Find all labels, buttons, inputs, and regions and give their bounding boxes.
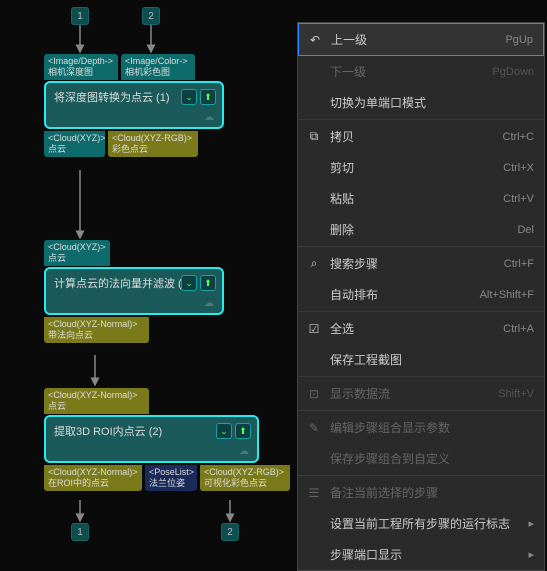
menu-icon: ↶ bbox=[307, 33, 323, 47]
port-cloud-xyz[interactable]: <Cloud(XYZ)>点云 bbox=[44, 131, 105, 157]
menu-item[interactable]: 切换为单端口模式 bbox=[298, 87, 544, 118]
menu-label: 设置当前工程所有步骤的运行标志 bbox=[330, 515, 520, 532]
play-icon[interactable]: ⬆ bbox=[200, 275, 216, 291]
label: 1 bbox=[77, 11, 83, 22]
menu-label: 显示数据流 bbox=[330, 385, 490, 402]
menu-icon: ⊡ bbox=[306, 387, 322, 401]
menu-separator bbox=[298, 410, 544, 411]
step-depth-to-cloud[interactable]: 将深度图转换为点云 (1) ⌄⬆ ☁ bbox=[44, 81, 224, 129]
menu-label: 切换为单端口模式 bbox=[330, 94, 526, 111]
menu-label: 保存步骤组合到自定义 bbox=[330, 450, 526, 467]
play-icon[interactable]: ⬆ bbox=[235, 423, 251, 439]
cloud-icon: ☁ bbox=[239, 446, 249, 457]
menu-label: 下一级 bbox=[330, 63, 484, 80]
menu-icon: ✎ bbox=[306, 421, 322, 435]
menu-separator bbox=[298, 475, 544, 476]
menu-shortcut: Shift+V bbox=[498, 388, 534, 400]
input-port-1[interactable]: 1 bbox=[71, 7, 89, 25]
menu-label: 全选 bbox=[330, 320, 495, 337]
expand-icon[interactable]: ⌄ bbox=[216, 423, 232, 439]
step-title: 提取3D ROI内点云 (2) bbox=[54, 426, 162, 438]
menu-item: 保存步骤组合到自定义 bbox=[298, 443, 544, 474]
port-cloud-normal-2[interactable]: <Cloud(XYZ-Normal)>点云 bbox=[44, 388, 149, 414]
port-cloud-normal[interactable]: <Cloud(XYZ-Normal)>带法向点云 bbox=[44, 317, 149, 343]
menu-label: 剪切 bbox=[330, 159, 495, 176]
step-compute-normals[interactable]: 计算点云的法向量并滤波 (1) ⌄⬆ ☁ bbox=[44, 267, 224, 315]
menu-shortcut: PgDown bbox=[492, 66, 534, 78]
menu-shortcut: Ctrl+F bbox=[504, 258, 534, 270]
menu-item[interactable]: ↶ 上一级 PgUp bbox=[298, 23, 544, 56]
menu-label: 删除 bbox=[330, 221, 509, 238]
menu-item[interactable]: 保存工程截图 bbox=[298, 344, 544, 375]
menu-item[interactable]: 删除 Del bbox=[298, 214, 544, 245]
menu-separator bbox=[298, 311, 544, 312]
menu-item[interactable]: ☑ 全选 Ctrl+A bbox=[298, 313, 544, 344]
menu-shortcut: Ctrl+V bbox=[503, 193, 534, 205]
menu-label: 步骤端口显示 bbox=[330, 546, 520, 563]
port-cloud-xyzrgb-2[interactable]: <Cloud(XYZ-RGB)>可视化彩色点云 bbox=[200, 465, 290, 491]
menu-separator bbox=[298, 119, 544, 120]
menu-item[interactable]: 步骤端口显示▸ bbox=[298, 539, 544, 570]
menu-icon: ⧉ bbox=[306, 129, 322, 144]
menu-icon: ⌕ bbox=[306, 256, 322, 271]
menu-label: 上一级 bbox=[331, 31, 497, 48]
menu-item[interactable]: 自动排布 Alt+Shift+F bbox=[298, 279, 544, 310]
menu-shortcut: Alt+Shift+F bbox=[480, 289, 534, 301]
menu-shortcut: Del bbox=[517, 224, 534, 236]
menu-label: 编辑步骤组合显示参数 bbox=[330, 419, 526, 436]
menu-separator bbox=[298, 246, 544, 247]
menu-item: 下一级 PgDown bbox=[298, 56, 544, 87]
port-cloud-normal-roi[interactable]: <Cloud(XYZ-Normal)>在ROI中的点云 bbox=[44, 465, 142, 491]
submenu-arrow-icon: ▸ bbox=[528, 517, 534, 530]
menu-item[interactable]: 粘贴 Ctrl+V bbox=[298, 183, 544, 214]
menu-shortcut: Ctrl+C bbox=[503, 131, 534, 143]
menu-shortcut: PgUp bbox=[505, 34, 533, 46]
label: 2 bbox=[227, 527, 233, 538]
input-port-2[interactable]: 2 bbox=[142, 7, 160, 25]
menu-item: ☰ 备注当前选择的步骤 bbox=[298, 477, 544, 508]
menu-item[interactable]: ⧉ 拷贝 Ctrl+C bbox=[298, 121, 544, 152]
port-image-depth[interactable]: <Image/Depth->相机深度图 bbox=[44, 54, 118, 80]
menu-item[interactable]: 设置当前工程所有步骤的运行标志 ▸ bbox=[298, 508, 544, 539]
menu-item: ✎ 编辑步骤组合显示参数 bbox=[298, 412, 544, 443]
label: 2 bbox=[148, 11, 154, 22]
output-port-2[interactable]: 2 bbox=[221, 523, 239, 541]
menu-label: 粘贴 bbox=[330, 190, 495, 207]
graph-canvas[interactable]: 1 2 <Image/Depth->相机深度图 <Image/Color->相机… bbox=[0, 0, 300, 550]
menu-shortcut: Ctrl+A bbox=[503, 323, 534, 335]
label: 1 bbox=[77, 527, 83, 538]
port-cloud-xyzrgb[interactable]: <Cloud(XYZ-RGB)>彩色点云 bbox=[108, 131, 198, 157]
menu-item[interactable]: 剪切 Ctrl+X bbox=[298, 152, 544, 183]
cloud-icon: ☁ bbox=[204, 298, 214, 309]
expand-icon[interactable]: ⌄ bbox=[181, 89, 197, 105]
port-image-color[interactable]: <Image/Color->相机彩色图 bbox=[121, 54, 195, 80]
output-port-1[interactable]: 1 bbox=[71, 523, 89, 541]
step-extract-roi[interactable]: 提取3D ROI内点云 (2) ⌄⬆ ☁ bbox=[44, 415, 259, 463]
menu-separator bbox=[298, 376, 544, 377]
port-poselist[interactable]: <PoseList>法兰位姿 bbox=[145, 465, 197, 491]
play-icon[interactable]: ⬆ bbox=[200, 89, 216, 105]
menu-icon: ☰ bbox=[306, 486, 322, 500]
step-title: 将深度图转换为点云 (1) bbox=[54, 92, 170, 104]
menu-shortcut: Ctrl+X bbox=[503, 162, 534, 174]
menu-label: 备注当前选择的步骤 bbox=[330, 484, 526, 501]
context-menu: ↶ 上一级 PgUp 下一级 PgDown 切换为单端口模式 ⧉ 拷贝 Ctrl+C 剪切 Ctrl… bbox=[297, 22, 545, 571]
menu-label: 保存工程截图 bbox=[330, 351, 526, 368]
port-cloud-xyz-2[interactable]: <Cloud(XYZ)>点云 bbox=[44, 240, 110, 266]
menu-label: 拷贝 bbox=[330, 128, 495, 145]
menu-icon: ☑ bbox=[306, 322, 322, 336]
cloud-icon: ☁ bbox=[204, 112, 214, 123]
expand-icon[interactable]: ⌄ bbox=[181, 275, 197, 291]
menu-label: 搜索步骤 bbox=[330, 255, 496, 272]
menu-item: ⊡ 显示数据流 Shift+V bbox=[298, 378, 544, 409]
menu-label: 自动排布 bbox=[330, 286, 472, 303]
step-title: 计算点云的法向量并滤波 (1) bbox=[54, 278, 192, 290]
menu-item[interactable]: ⌕ 搜索步骤 Ctrl+F bbox=[298, 248, 544, 279]
